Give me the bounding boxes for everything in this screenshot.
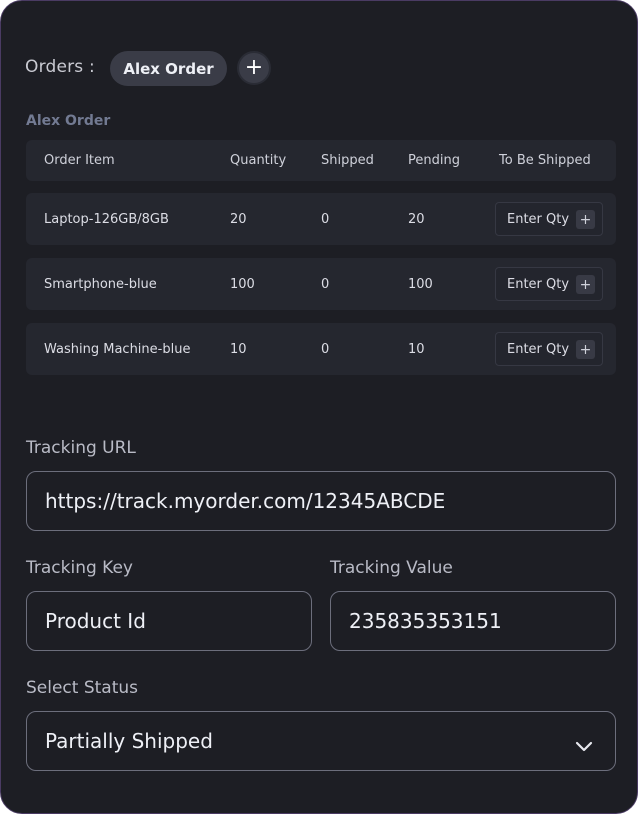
- item-name: Washing Machine-blue: [44, 341, 191, 357]
- order-shipment-panel: Orders : Alex Order + Alex Order Order I…: [0, 0, 638, 814]
- order-tab-alex[interactable]: Alex Order: [110, 51, 227, 86]
- tracking-value-label: Tracking Value: [330, 558, 453, 578]
- tracking-key-input[interactable]: Product Id: [26, 591, 312, 651]
- table-row: Washing Machine-blue 10 0 10 Enter Qty +: [26, 323, 616, 375]
- tracking-url-label: Tracking URL: [26, 438, 136, 458]
- item-quantity: 100: [230, 276, 255, 292]
- item-shipped: 0: [321, 276, 330, 292]
- item-shipped: 0: [321, 341, 330, 357]
- tracking-value-input[interactable]: 235835353151: [330, 591, 616, 651]
- item-quantity: 20: [230, 211, 247, 227]
- select-status-label: Select Status: [26, 678, 139, 698]
- item-shipped: 0: [321, 211, 330, 227]
- plus-icon[interactable]: +: [576, 210, 595, 229]
- item-pending: 100: [408, 276, 433, 292]
- order-section-title: Alex Order: [26, 113, 111, 129]
- chevron-down-icon: [575, 733, 593, 757]
- header-shipped: Shipped: [321, 153, 374, 168]
- tracking-key-label: Tracking Key: [26, 558, 133, 578]
- tracking-url-input[interactable]: https://track.myorder.com/12345ABCDE: [26, 471, 616, 531]
- plus-icon: +: [244, 55, 264, 80]
- ship-qty-placeholder: Enter Qty: [507, 211, 570, 227]
- plus-icon[interactable]: +: [576, 340, 595, 359]
- table-row: Laptop-126GB/8GB 20 0 20 Enter Qty +: [26, 193, 616, 245]
- ship-qty-placeholder: Enter Qty: [507, 341, 570, 357]
- ship-qty-input[interactable]: Enter Qty +: [495, 202, 603, 236]
- header-pending: Pending: [408, 153, 460, 168]
- ship-qty-input[interactable]: Enter Qty +: [495, 267, 603, 301]
- status-selected-value: Partially Shipped: [45, 729, 213, 753]
- item-quantity: 10: [230, 341, 247, 357]
- table-row: Smartphone-blue 100 0 100 Enter Qty +: [26, 258, 616, 310]
- orders-label: Orders :: [25, 57, 95, 77]
- ship-qty-placeholder: Enter Qty: [507, 276, 570, 292]
- add-order-button[interactable]: +: [237, 51, 271, 85]
- header-to-be-shipped: To Be Shipped: [499, 153, 591, 168]
- ship-qty-input[interactable]: Enter Qty +: [495, 332, 603, 366]
- plus-icon[interactable]: +: [576, 275, 595, 294]
- table-header-row: Order Item Quantity Shipped Pending To B…: [26, 140, 616, 181]
- status-select[interactable]: Partially Shipped: [26, 711, 616, 771]
- item-name: Laptop-126GB/8GB: [44, 211, 169, 227]
- item-pending: 10: [408, 341, 425, 357]
- item-pending: 20: [408, 211, 425, 227]
- item-name: Smartphone-blue: [44, 276, 157, 292]
- header-quantity: Quantity: [230, 153, 287, 168]
- header-order-item: Order Item: [44, 153, 115, 168]
